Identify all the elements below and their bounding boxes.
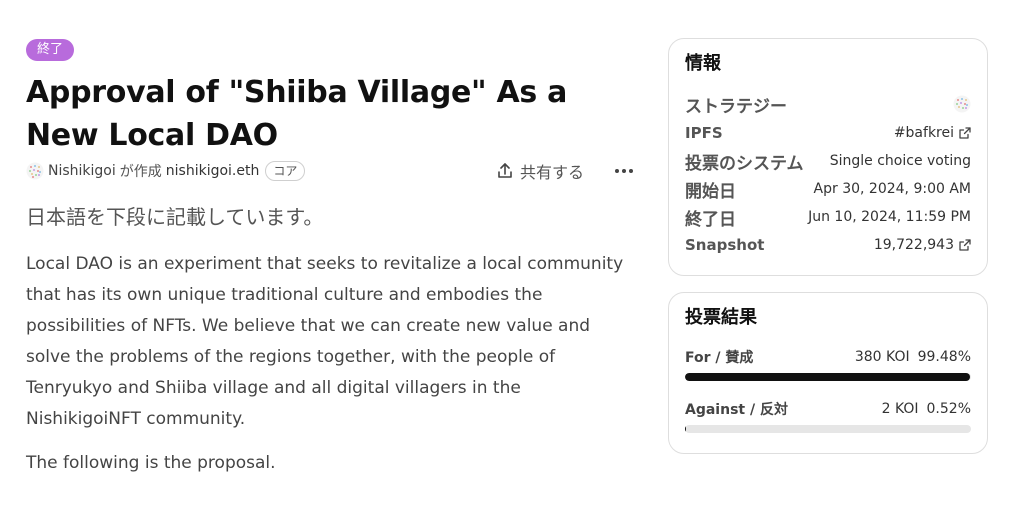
info-row-snapshot: Snapshot 19,722,943 xyxy=(685,231,971,259)
result-row-against: Against / 反対 2 KOI 0.52% xyxy=(685,399,971,433)
info-label-end-date: 終了日 xyxy=(685,209,736,230)
share-label: 共有する xyxy=(520,163,585,182)
share-button[interactable]: 共有する xyxy=(496,159,584,183)
result-bar-fill-for xyxy=(685,373,970,381)
proposal-main: 終了 Approval of "Shiiba Village" As a New… xyxy=(26,38,638,477)
info-label-start-date: 開始日 xyxy=(685,181,736,202)
end-date-value: Jun 10, 2024, 11:59 PM xyxy=(808,209,971,225)
result-amount-for: 380 KOI xyxy=(854,349,910,365)
ipfs-hash: #bafkrei xyxy=(893,125,954,141)
author-row: Nishikigoi が作成 nishikigoi.eth コア 共有する xyxy=(26,159,638,183)
result-label-for: For / 賛成 xyxy=(685,350,754,366)
proposal-body: Local DAO is an experiment that seeks to… xyxy=(26,254,624,429)
external-link-icon xyxy=(959,239,971,251)
more-options-button[interactable] xyxy=(612,159,636,183)
status-badge: 終了 xyxy=(26,39,75,61)
result-bar-fill-against xyxy=(685,425,687,433)
result-percent-against: 0.52% xyxy=(926,401,971,417)
info-label-ipfs: IPFS xyxy=(685,124,723,142)
core-tag: コア xyxy=(265,161,306,181)
info-card: 情報 ストラテジー IPFS #bafkrei 投票のシステム Single c… xyxy=(668,38,988,276)
info-label-snapshot: Snapshot xyxy=(685,236,765,254)
voting-system-value: Single choice voting xyxy=(829,153,971,169)
start-date-value: Apr 30, 2024, 9:00 AM xyxy=(813,181,971,197)
result-percent-for: 99.48% xyxy=(917,349,971,365)
created-by-text: が作成 xyxy=(119,164,162,180)
author-name[interactable]: Nishikigoi xyxy=(48,163,116,179)
info-label-strategy: ストラテジー xyxy=(685,96,787,117)
result-bar-against xyxy=(685,425,971,433)
result-amount-against: 2 KOI xyxy=(881,401,919,417)
more-dots-icon xyxy=(615,169,633,173)
result-label-against: Against / 反対 xyxy=(685,402,788,418)
info-row-strategy: ストラテジー xyxy=(685,89,971,119)
result-bar-for xyxy=(685,373,971,381)
author-avatar-icon[interactable] xyxy=(26,162,44,180)
snapshot-link[interactable]: 19,722,943 xyxy=(874,237,971,253)
strategy-avatar-icon[interactable] xyxy=(953,95,971,113)
results-card: 投票結果 For / 賛成 380 KOI 99.48% Against / 反対… xyxy=(668,292,988,454)
external-link-icon xyxy=(959,127,971,139)
proposal-following: The following is the proposal. xyxy=(26,453,276,473)
info-title: 情報 xyxy=(685,53,721,74)
info-row-start-date: 開始日 Apr 30, 2024, 9:00 AM xyxy=(685,175,971,203)
info-row-ipfs: IPFS #bafkrei xyxy=(685,119,971,147)
ipfs-link[interactable]: #bafkrei xyxy=(894,125,971,141)
share-icon xyxy=(498,163,512,178)
info-label-voting-system: 投票のシステム xyxy=(685,153,804,174)
ens-name[interactable]: nishikigoi.eth xyxy=(166,163,260,179)
result-row-for: For / 賛成 380 KOI 99.48% xyxy=(685,347,971,381)
proposal-title: Approval of "Shiiba Village" As a New Lo… xyxy=(26,75,568,153)
snapshot-block: 19,722,943 xyxy=(873,237,954,253)
japanese-note: 日本語を下段に記載しています。 xyxy=(26,205,324,229)
info-row-end-date: 終了日 Jun 10, 2024, 11:59 PM xyxy=(685,203,971,231)
info-row-voting-system: 投票のシステム Single choice voting xyxy=(685,147,971,175)
results-title: 投票結果 xyxy=(685,307,757,328)
